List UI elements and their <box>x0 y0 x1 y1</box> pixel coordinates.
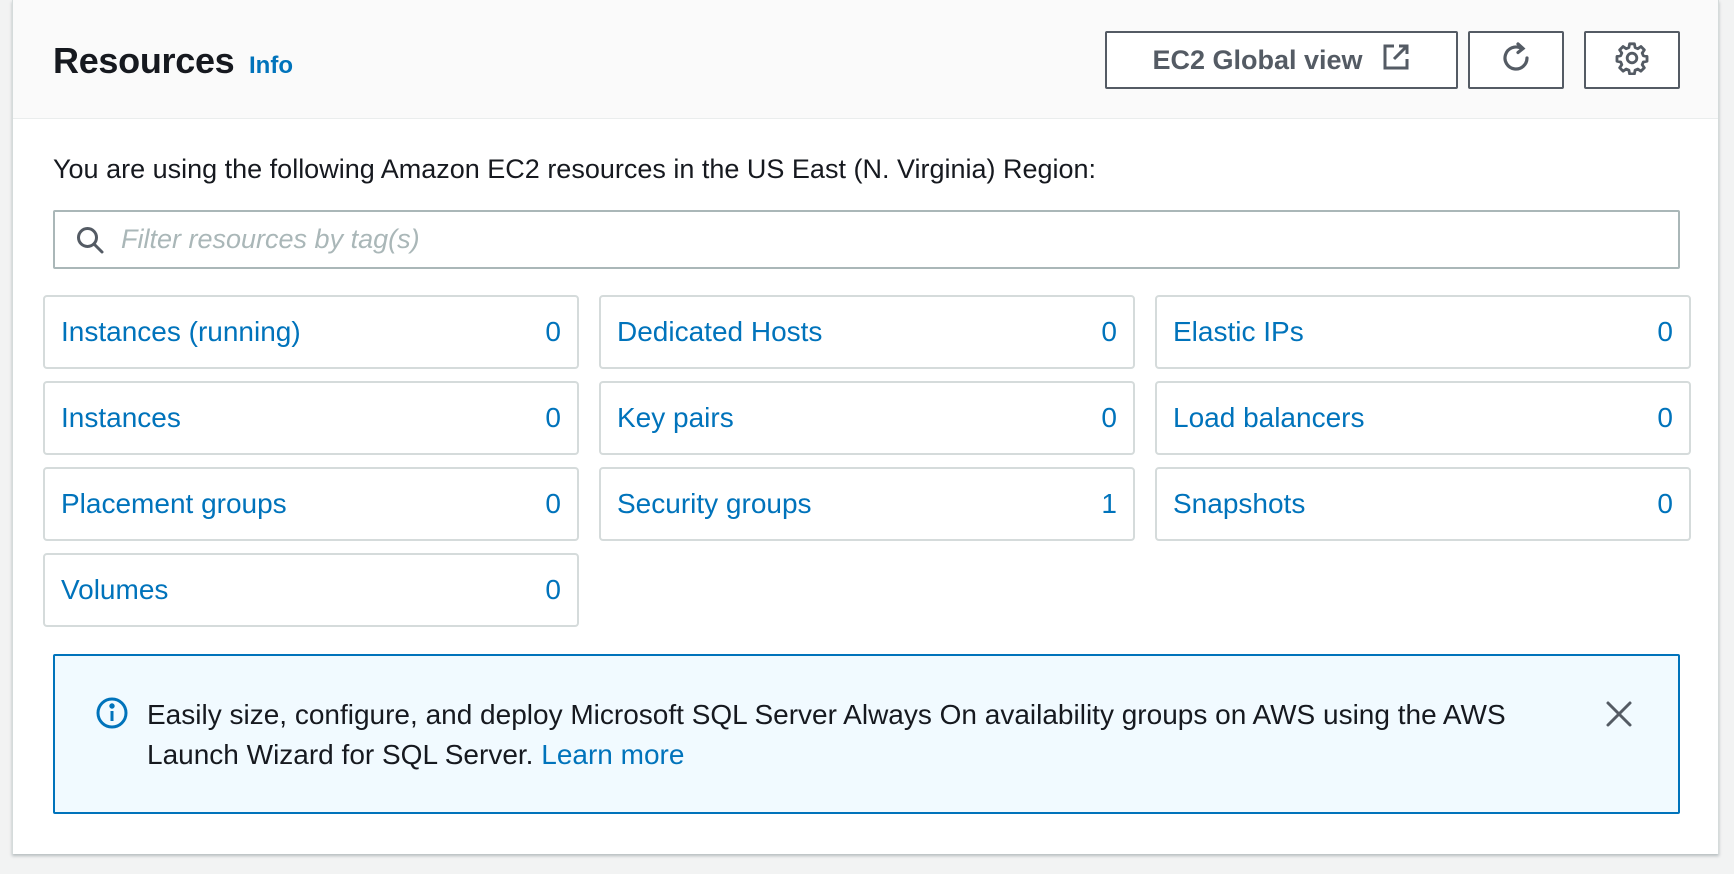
external-link-icon <box>1381 42 1411 79</box>
resource-card-dedicated-hosts[interactable]: Dedicated Hosts 0 <box>599 295 1135 369</box>
resource-count: 0 <box>1657 488 1673 519</box>
refresh-button[interactable] <box>1468 31 1564 89</box>
flash-message-text: Easily size, configure, and deploy Micro… <box>147 699 1506 770</box>
resource-count: 0 <box>1657 316 1673 347</box>
resource-name: Placement groups <box>61 488 287 519</box>
resource-count: 0 <box>545 316 561 347</box>
settings-button[interactable] <box>1584 31 1680 89</box>
flash-message: Easily size, configure, and deploy Micro… <box>147 695 1547 775</box>
resource-name: Dedicated Hosts <box>617 316 823 347</box>
resource-card-elastic-ips[interactable]: Elastic IPs 0 <box>1155 295 1691 369</box>
ec2-global-view-button[interactable]: EC2 Global view <box>1105 31 1458 89</box>
resource-card-instances-running[interactable]: Instances (running) 0 <box>43 295 579 369</box>
ec2-global-view-label: EC2 Global view <box>1152 44 1363 75</box>
region-description: You are using the following Amazon EC2 r… <box>53 154 1097 184</box>
resource-card-instances[interactable]: Instances 0 <box>43 381 579 455</box>
resource-name: Instances (running) <box>61 316 301 347</box>
resources-panel: Resources Info EC2 Global view You are u… <box>12 0 1719 854</box>
resource-name: Elastic IPs <box>1173 316 1304 347</box>
learn-more-link[interactable]: Learn more <box>541 739 684 770</box>
resource-name: Snapshots <box>1173 488 1306 519</box>
resource-count: 0 <box>1101 402 1117 433</box>
resource-count: 0 <box>1657 402 1673 433</box>
resource-name: Security groups <box>617 488 812 519</box>
resource-count: 0 <box>545 488 561 519</box>
resource-name: Key pairs <box>617 402 734 433</box>
resource-count: 0 <box>1101 316 1117 347</box>
panel-header: Resources Info EC2 Global view <box>13 0 1718 119</box>
resource-card-security-groups[interactable]: Security groups 1 <box>599 467 1135 541</box>
resource-name: Instances <box>61 402 181 433</box>
gear-icon <box>1615 41 1649 80</box>
dismiss-button[interactable] <box>1595 692 1643 740</box>
search-icon <box>75 225 105 255</box>
resource-card-placement-groups[interactable]: Placement groups 0 <box>43 467 579 541</box>
filter-input[interactable] <box>121 224 1621 255</box>
resource-count: 1 <box>1101 488 1117 519</box>
resource-grid: Instances (running) 0 Dedicated Hosts 0 … <box>43 295 1691 627</box>
resource-count: 0 <box>545 402 561 433</box>
page-title: Resources <box>53 40 235 81</box>
resource-name: Load balancers <box>1173 402 1365 433</box>
filter-box[interactable] <box>53 210 1680 269</box>
resource-card-snapshots[interactable]: Snapshots 0 <box>1155 467 1691 541</box>
resource-count: 0 <box>545 574 561 605</box>
close-icon <box>1605 700 1633 733</box>
info-link[interactable]: Info <box>249 52 293 80</box>
resource-card-volumes[interactable]: Volumes 0 <box>43 553 579 627</box>
resource-card-load-balancers[interactable]: Load balancers 0 <box>1155 381 1691 455</box>
info-flashbar: Easily size, configure, and deploy Micro… <box>53 654 1680 814</box>
resource-name: Volumes <box>61 574 169 605</box>
info-icon <box>95 696 129 730</box>
resource-card-key-pairs[interactable]: Key pairs 0 <box>599 381 1135 455</box>
refresh-icon <box>1498 40 1534 81</box>
